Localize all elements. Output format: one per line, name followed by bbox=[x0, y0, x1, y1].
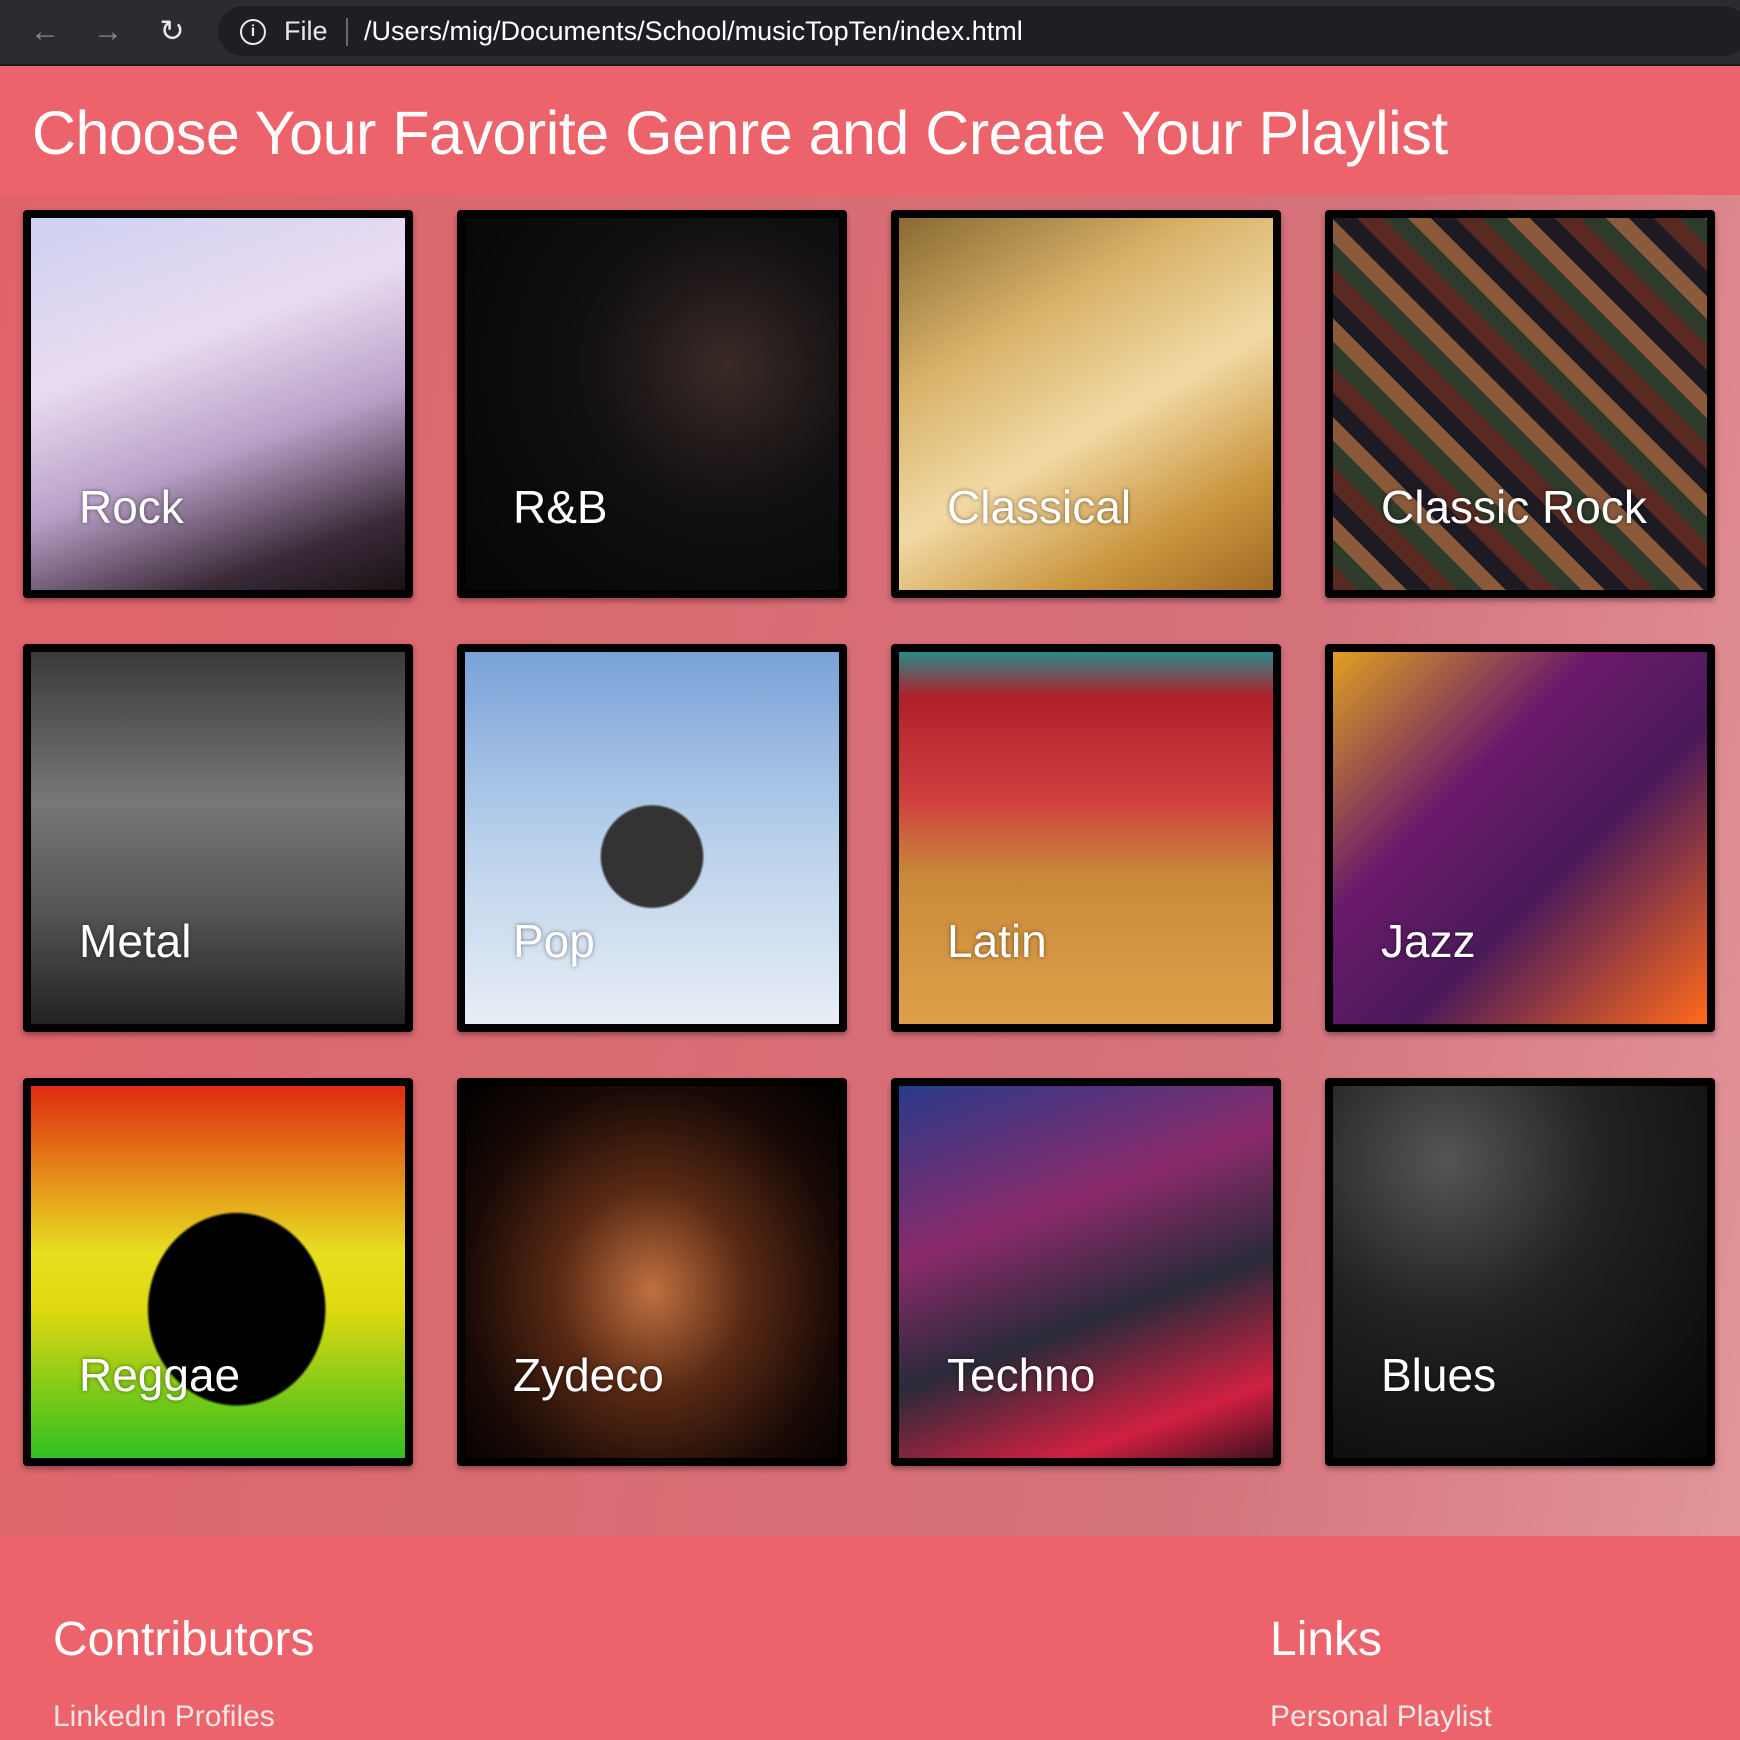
jazz-image: Jazz bbox=[1333, 652, 1707, 1024]
metal-image: Metal bbox=[31, 652, 405, 1024]
genre-label: Rock bbox=[79, 481, 184, 533]
genre-grid: Rock R&B Classical Classic Rock Metal Po… bbox=[0, 195, 1740, 1536]
links-heading: Links bbox=[1270, 1613, 1383, 1666]
divider bbox=[346, 18, 348, 46]
rock-image: Rock bbox=[31, 218, 405, 590]
genre-label: Jazz bbox=[1381, 915, 1476, 967]
browser-toolbar: ← → ↻ i File /Users/mig/Documents/School… bbox=[0, 0, 1740, 66]
genre-label: Classic Rock bbox=[1381, 481, 1647, 533]
page-title: Choose Your Favorite Genre and Create Yo… bbox=[32, 99, 1448, 167]
page-header: Choose Your Favorite Genre and Create Yo… bbox=[0, 66, 1740, 195]
genre-card-classical[interactable]: Classical bbox=[891, 210, 1281, 598]
genre-label: Latin bbox=[947, 915, 1047, 967]
genre-card-latin[interactable]: Latin bbox=[891, 644, 1281, 1032]
genre-card-metal[interactable]: Metal bbox=[23, 644, 413, 1032]
genre-card-rock[interactable]: Rock bbox=[23, 210, 413, 598]
genre-card-jazz[interactable]: Jazz bbox=[1325, 644, 1715, 1032]
blues-image: Blues bbox=[1333, 1086, 1707, 1458]
page-footer: Contributors LinkedIn Profiles Links Per… bbox=[0, 1536, 1740, 1740]
techno-image: Techno bbox=[899, 1086, 1273, 1458]
classical-image: Classical bbox=[899, 218, 1273, 590]
genre-card-techno[interactable]: Techno bbox=[891, 1078, 1281, 1466]
genre-label: Reggae bbox=[79, 1349, 241, 1401]
genre-label: Zydeco bbox=[513, 1349, 664, 1401]
pop-image: Pop bbox=[465, 652, 839, 1024]
genre-label: Blues bbox=[1381, 1349, 1497, 1401]
genre-card-reggae[interactable]: Reggae bbox=[23, 1078, 413, 1466]
address-bar[interactable]: i File /Users/mig/Documents/School/music… bbox=[218, 6, 1740, 56]
contributors-heading: Contributors bbox=[53, 1613, 315, 1666]
genre-label: Metal bbox=[79, 915, 192, 967]
genre-label: Pop bbox=[513, 915, 595, 967]
reload-icon[interactable]: ↻ bbox=[152, 12, 192, 52]
linkedin-profiles-link[interactable]: LinkedIn Profiles bbox=[53, 1700, 275, 1734]
classic-rock-image: Classic Rock bbox=[1333, 218, 1707, 590]
genre-card-classic-rock[interactable]: Classic Rock bbox=[1325, 210, 1715, 598]
zydeco-image: Zydeco bbox=[465, 1086, 839, 1458]
forward-arrow-icon[interactable]: → bbox=[88, 12, 128, 52]
info-icon[interactable]: i bbox=[240, 19, 266, 45]
reggae-image: Reggae bbox=[31, 1086, 405, 1458]
latin-image: Latin bbox=[899, 652, 1273, 1024]
genre-card-pop[interactable]: Pop bbox=[457, 644, 847, 1032]
back-arrow-icon[interactable]: ← bbox=[25, 12, 65, 52]
genre-card-blues[interactable]: Blues bbox=[1325, 1078, 1715, 1466]
personal-playlist-link[interactable]: Personal Playlist bbox=[1270, 1700, 1492, 1734]
genre-label: R&B bbox=[513, 481, 608, 533]
url-text[interactable]: /Users/mig/Documents/School/musicTopTen/… bbox=[364, 16, 1023, 47]
genre-card-rnb[interactable]: R&B bbox=[457, 210, 847, 598]
rnb-image: R&B bbox=[465, 218, 839, 590]
genre-label: Classical bbox=[947, 481, 1132, 533]
genre-label: Techno bbox=[947, 1349, 1096, 1401]
genre-card-zydeco[interactable]: Zydeco bbox=[457, 1078, 847, 1466]
scheme-label: File bbox=[284, 16, 328, 46]
